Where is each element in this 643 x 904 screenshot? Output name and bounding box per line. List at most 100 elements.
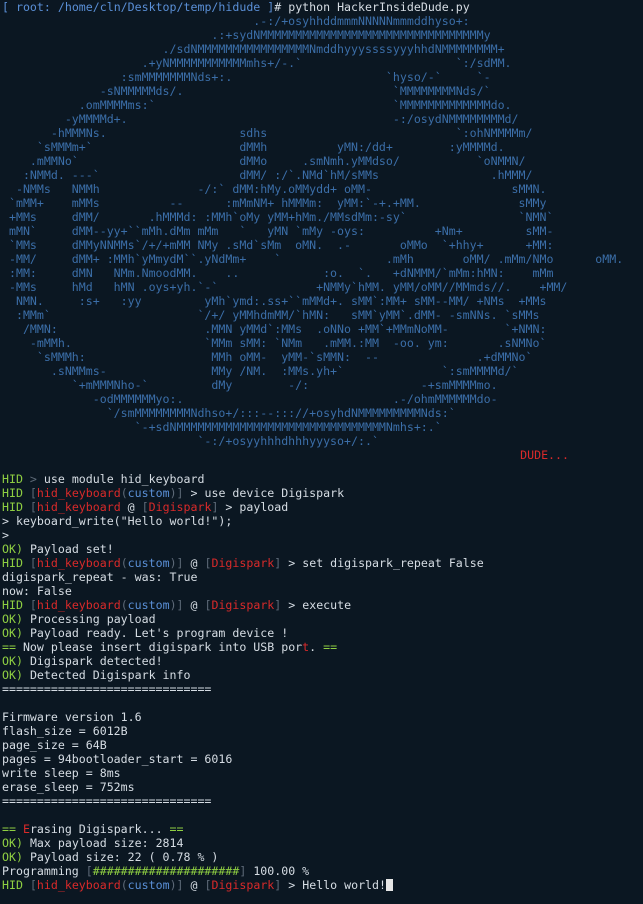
notice-delimiter: == (2, 822, 16, 836)
progress-label: Programming (2, 864, 79, 878)
hid-command-line: HID [hid_keyboard(custom)] @ [Digispark]… (2, 556, 484, 570)
output-line: > (2, 528, 643, 542)
shell-prompt-line: [ root: /home/cln/Desktop/temp/hidude ]#… (2, 0, 643, 14)
ascii-art-line: -odMMMMMMyo:. .-/ohmMMMMMMdo- (2, 392, 498, 406)
module-name: hid_keyboard (36, 598, 121, 612)
ascii-art-line: :MMm` `/+/ yMMhdmMM/`hMN: sMM`yMM`.dMM- … (2, 308, 540, 322)
status-message: Digispark detected! (29, 654, 163, 668)
ok-status-line: OK) Max payload size: 2814 (2, 836, 643, 850)
command-text: Hello world! (302, 878, 386, 892)
notice-highlight: E (22, 822, 30, 836)
ascii-art-line: /MMN: .MMN yMMd`:MMs .oNNo +MM`+MMmNoMM-… (2, 322, 547, 336)
status-message: Detected Digispark info (29, 668, 191, 682)
ok-label: OK) (2, 654, 23, 668)
status-message: Payload set! (29, 542, 114, 556)
output-text: Firmware version 1.6 (2, 710, 142, 724)
command-text: set digispark_repeat False (302, 556, 484, 570)
hid-prompt-label: HID (2, 598, 23, 612)
hid-prompt-label: HID (2, 472, 23, 486)
ascii-art-line: `mMM+ mMMs -- :mMmNM+ hMMMm: yMM:`-+.+MM… (2, 196, 547, 210)
ok-status-line: OK) Processing payload (2, 612, 643, 626)
prompt-hash: # (274, 0, 289, 14)
ascii-art-line: -NMMs NMMh -/:` dMM:hMy.oMMydd+ oMM- sMM… (2, 182, 547, 196)
shell-command: python HackerInsideDude.py (288, 0, 470, 14)
output-text: write sleep = 8ms (2, 766, 121, 780)
notice-text: rasing Digispark... (29, 822, 163, 836)
module-tag: custom (127, 598, 170, 612)
ok-status-line: OK) Payload set! (2, 542, 643, 556)
prompt-bracket: ] (260, 0, 275, 14)
module-name: hid_keyboard (36, 878, 121, 892)
erase-line: == Erasing Digispark... == (2, 822, 643, 836)
module-name: hid_keyboard (36, 486, 121, 500)
output-line: ============================== (2, 794, 643, 808)
ascii-art-line: +MMs dMM/ .hMMMd: :MMh`oMy yMM+hMm./MMsd… (2, 210, 554, 224)
ascii-art-line: `/smMMMMMMMMNdhso+/:::--::://+osyhdNMMMM… (2, 406, 456, 420)
output-line: Firmware version 1.6 (2, 710, 643, 724)
ascii-art-line: `MMs dMMyNNMMs`/+/+mMM NMy .sMd`sMm oMN.… (2, 238, 554, 252)
hid-input-line[interactable]: HID [hid_keyboard(custom)] @ [Digispark]… (2, 878, 643, 892)
ok-label: OK) (2, 836, 23, 850)
ascii-art-line: .mMMNo` dMMo .smNmh.yMMdso/ `oNMMN/ (2, 154, 526, 168)
status-message: Max payload size: 2814 (29, 836, 184, 850)
module-tag: custom (127, 556, 170, 570)
output-text: page_size = 64B (2, 738, 107, 752)
ascii-art-line: .omMMMMms:` `MMMMMMMMMMMMMdo. (2, 98, 512, 112)
hid-command-line: HID [hid_keyboard(custom)] > use device … (2, 486, 345, 500)
ascii-art-line: -hMMMNs. sdhs `:ohNMMMMm/ (2, 126, 533, 140)
status-message: Payload ready. Let's program device ! (29, 626, 289, 640)
dude-line: DUDE... (2, 448, 643, 462)
ascii-art-line: `+mMMMNho-` dMy -/: -+smMMMMmo. (2, 378, 498, 392)
ok-status-line: OK) Payload ready. Let's program device … (2, 626, 643, 640)
output-line: now: False (2, 584, 643, 598)
ok-label: OK) (2, 612, 23, 626)
ascii-art-line: .+yNMMMMMMMMMMMmhs+/-.` `:/sdMM. (2, 56, 512, 70)
ascii-art-line: :MM: dMN NMm.NmoodMM. .. :o. `. +dNMMM/`… (2, 266, 554, 280)
ascii-art-line: .sNMMms- MMy /NM. :MMs.yh+` `:smMMMMd/` (2, 364, 519, 378)
ascii-art-line: `sMMMh: MMh oMM- yMM-`sMMN: -- .+dMMNo` (2, 350, 533, 364)
console-output: HID > use module hid_keyboard HID [hid_ke… (2, 472, 643, 892)
notice-delimiter: == (323, 640, 338, 654)
output-line: page_size = 64B (2, 738, 643, 752)
ascii-art-line: ./sdNMMMMMMMMMMMMMMMMNmddhyyyssssyyyhhdN… (2, 42, 505, 56)
device-name: Digispark (211, 556, 275, 570)
output-line: ============================== (2, 682, 643, 696)
notice-delimiter: == (169, 822, 184, 836)
ascii-art-line: NMN. :s+ :yy yMh`ymd:.ss+``mMMd+. sMM`:M… (2, 294, 547, 308)
notice-text: Now please insert digispark into USB por (22, 640, 303, 654)
ascii-art-line: -yMMMMd+. -:/osydNMMMMMMMMd/ (2, 112, 519, 126)
progress-percent: 100.00 % (253, 864, 310, 878)
device-name: Digispark (211, 878, 275, 892)
hid-command-line: HID [hid_keyboard(custom)] @ [Digispark]… (2, 598, 352, 612)
ok-label: OK) (2, 542, 23, 556)
ascii-art-line: `sMMMm+` dMMh yMN:/dd+ :yMMMMd. (2, 140, 505, 154)
hid-prompt-label: HID (2, 500, 23, 514)
prompt-path: /home/cln/Desktop/temp/hidude (57, 0, 261, 14)
ok-label: OK) (2, 850, 23, 864)
output-line: > keyboard_write("Hello world!"); (2, 514, 643, 528)
output-text: ============================== (2, 794, 212, 808)
dude-tag: DUDE... (520, 448, 569, 462)
progress-bar: ##################### (92, 864, 240, 878)
terminal-window[interactable]: [ root: /home/cln/Desktop/temp/hidude ]#… (0, 0, 643, 904)
ok-status-line: OK) Payload size: 22 ( 0.78 % ) (2, 850, 643, 864)
command-text: execute (302, 598, 352, 612)
ascii-art-line: -sNMMMMMds/. `MMMMMMMMNds/` (2, 84, 491, 98)
ascii-art-line: `-+sdNMMMMMMMMMMMMMMMMMMMMMMMMMMMMMMNmhs… (2, 420, 442, 434)
status-message: Payload size: 22 ( 0.78 % ) (29, 850, 219, 864)
output-text: erase_sleep = 752ms (2, 780, 135, 794)
ascii-art-line: .:+sydNMMMMMMMMMMMMMMMMMMMMMMMMMMMMMMMMy (2, 28, 491, 42)
notice-line: == Now please insert digispark into USB … (2, 640, 643, 654)
ascii-art-line: -mMMh. `MMm sMM: `NMm .mMM.:MM -oo. ym: … (2, 336, 547, 350)
output-text: > keyboard_write("Hello world!"); (2, 514, 233, 528)
output-line: erase_sleep = 752ms (2, 780, 643, 794)
output-line: digispark_repeat - was: True (2, 570, 643, 584)
module-tag: custom (127, 878, 170, 892)
ascii-art-line: :smMMMMMMMNds+:. `hyso/-` `- (2, 70, 491, 84)
text-cursor (386, 879, 393, 891)
command-text: use device Digispark (204, 486, 345, 500)
output-line: write sleep = 8ms (2, 766, 643, 780)
ascii-art-line: mMN` dMM--yy+``mMh.dMm mMm ` yMN `mMy -o… (2, 224, 554, 238)
ok-status-line: OK) Digispark detected! (2, 654, 643, 668)
